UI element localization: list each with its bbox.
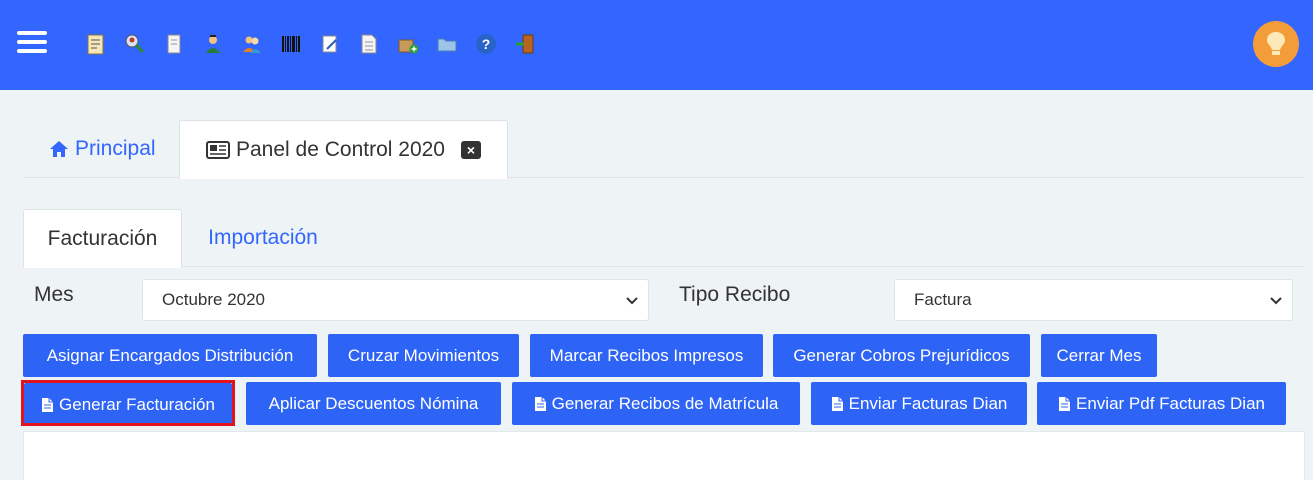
- menu-toggle-icon[interactable]: [17, 31, 47, 53]
- enviar-pdf-facturas-dian-button[interactable]: Enviar Pdf Facturas Dian: [1037, 382, 1286, 425]
- tipo-recibo-select-value: Factura: [914, 290, 972, 309]
- document-icon[interactable]: [356, 31, 382, 57]
- chevron-down-icon: [626, 297, 638, 305]
- main-tabs: Principal Panel de Control 2020 ×: [23, 120, 1305, 179]
- close-icon[interactable]: ×: [461, 140, 481, 159]
- marcar-recibos-impresos-button[interactable]: Marcar Recibos Impresos: [530, 334, 763, 377]
- package-add-icon[interactable]: [395, 31, 421, 57]
- help-icon[interactable]: ?: [473, 31, 499, 57]
- enviar-pdf-facturas-dian-label: Enviar Pdf Facturas Dian: [1076, 393, 1265, 413]
- tab-principal[interactable]: Principal: [23, 120, 179, 178]
- content-panel: [23, 431, 1305, 480]
- tab-panel-control-label: Panel de Control 2020: [236, 137, 445, 161]
- tab-importacion[interactable]: Importación: [182, 209, 344, 267]
- mes-select-value: Octubre 2020: [162, 290, 266, 309]
- document-icon: [831, 396, 843, 411]
- generar-cobros-prejuridicos-button[interactable]: Generar Cobros Prejurídicos: [773, 334, 1030, 377]
- newspaper-icon: [206, 140, 230, 159]
- toolbar: ?: [83, 31, 551, 57]
- barcode-icon[interactable]: [278, 31, 304, 57]
- enviar-facturas-dian-button[interactable]: Enviar Facturas Dian: [811, 382, 1027, 425]
- enviar-facturas-dian-label: Enviar Facturas Dian: [848, 393, 1008, 413]
- svg-text:?: ?: [482, 36, 491, 52]
- tab-principal-label: Principal: [75, 137, 156, 160]
- tipo-recibo-select[interactable]: Factura: [894, 279, 1293, 321]
- folder-icon[interactable]: [434, 31, 460, 57]
- cerrar-mes-button[interactable]: Cerrar Mes: [1041, 334, 1157, 377]
- exit-door-icon[interactable]: [512, 31, 538, 57]
- edit-note-icon[interactable]: [317, 31, 343, 57]
- users-icon[interactable]: [239, 31, 265, 57]
- agent-icon[interactable]: [200, 31, 226, 57]
- tab-panel-control[interactable]: Panel de Control 2020 ×: [179, 120, 508, 179]
- generar-recibos-matricula-button[interactable]: Generar Recibos de Matrícula: [512, 382, 800, 425]
- mes-label: Mes: [34, 283, 74, 306]
- sub-tabs: Facturación Importación: [23, 209, 1305, 268]
- receipt-icon[interactable]: [161, 31, 187, 57]
- asignar-encargados-button[interactable]: Asignar Encargados Distribución: [23, 334, 317, 377]
- search-users-icon[interactable]: [122, 31, 148, 57]
- mes-select[interactable]: Octubre 2020: [142, 279, 649, 321]
- top-navbar: ?: [0, 0, 1313, 90]
- aplicar-descuentos-nomina-button[interactable]: Aplicar Descuentos Nómina: [246, 382, 501, 425]
- lightbulb-icon: [1267, 32, 1285, 55]
- chevron-down-icon: [1270, 297, 1282, 305]
- document-icon: [534, 396, 546, 411]
- notepad-icon[interactable]: [83, 31, 109, 57]
- tab-facturacion[interactable]: Facturación: [23, 209, 182, 268]
- avatar[interactable]: [1253, 21, 1299, 67]
- selection-highlight: [21, 380, 235, 426]
- document-icon: [1059, 396, 1071, 411]
- generar-recibos-matricula-label: Generar Recibos de Matrícula: [551, 393, 779, 413]
- cruzar-movimientos-button[interactable]: Cruzar Movimientos: [328, 334, 519, 377]
- home-icon: [50, 141, 68, 157]
- tipo-recibo-label: Tipo Recibo: [679, 283, 791, 306]
